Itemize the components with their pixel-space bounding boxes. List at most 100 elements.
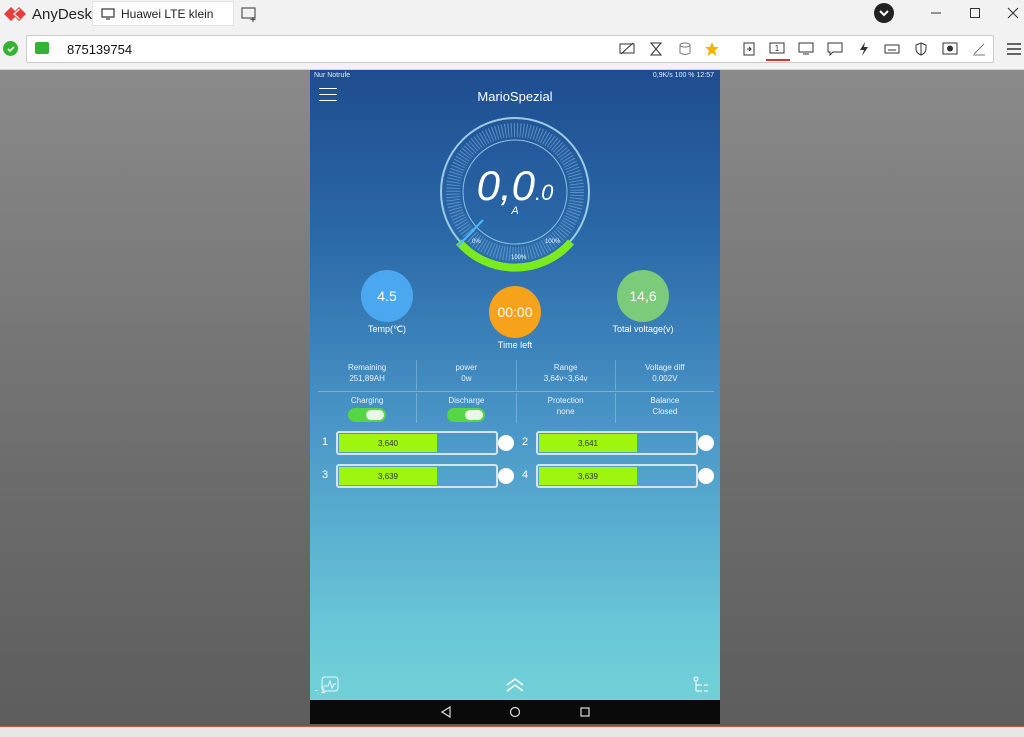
- cell-4-fill: 3,639: [539, 467, 637, 485]
- status-left: Nur Notrufe: [314, 72, 351, 79]
- recents-icon[interactable]: [577, 704, 593, 720]
- active-indicator: [766, 59, 790, 61]
- download-icon[interactable]: [871, 2, 897, 24]
- stat-value: 251,89AH: [349, 374, 385, 383]
- database-icon[interactable]: [676, 40, 694, 58]
- settings-list-icon[interactable]: [692, 676, 710, 694]
- cell-3-number: 3: [321, 469, 329, 481]
- cell-2-fill: 3,641: [539, 434, 637, 452]
- favorite-star-icon[interactable]: [703, 40, 721, 58]
- total-voltage-label: Total voltage(v): [612, 324, 674, 334]
- stat-label: Voltage diff: [645, 363, 685, 372]
- actions-lightning-icon[interactable]: [855, 40, 873, 58]
- gauge-mark-end: 100%: [545, 239, 561, 245]
- remote-phone-screen[interactable]: Nur Notrufe 0,9K/s 100 % 12:57 MarioSpez…: [310, 70, 720, 724]
- control-balance: Balance Closed: [614, 393, 714, 423]
- stat-voltage-diff: Voltage diff 0,002V: [614, 360, 714, 390]
- stat-value: 0w: [461, 374, 472, 383]
- chevron-up-icon[interactable]: [505, 677, 525, 693]
- file-transfer-icon[interactable]: [740, 40, 758, 58]
- stat-value: 0,002V: [652, 374, 678, 383]
- app-title: MarioSpezial: [477, 89, 553, 104]
- display-1-icon[interactable]: 1: [768, 40, 786, 58]
- phone-status-bar: Nur Notrufe 0,9K/s 100 % 12:57: [310, 70, 720, 82]
- stat-value: 3,64v~3,64v: [543, 374, 588, 383]
- time-left-value: 00:00: [497, 304, 533, 320]
- cell-2-bar: 3,641: [536, 431, 698, 455]
- new-session-icon[interactable]: [240, 5, 258, 23]
- title-bar: AnyDesk Huawei LTE klein: [0, 0, 1024, 28]
- stat-label: Remaining: [348, 363, 387, 372]
- maximize-button[interactable]: [962, 2, 988, 24]
- cell-4-voltage: 3,639: [577, 471, 599, 481]
- hourglass-icon[interactable]: [647, 40, 665, 58]
- control-charging: Charging: [318, 393, 416, 423]
- current-value-main: 0,0: [476, 162, 536, 209]
- android-nav-bar: [310, 700, 720, 724]
- time-left-circle: 00:00: [489, 286, 541, 338]
- charging-toggle[interactable]: [348, 408, 387, 422]
- control-protection: Protection none: [515, 393, 615, 423]
- remote-monitor-icon: [35, 42, 49, 54]
- cell-1-number: 1: [321, 436, 329, 448]
- keyboard-icon[interactable]: [883, 40, 901, 58]
- cell-4-balance-dot: [698, 468, 714, 484]
- cell-3-bar: 3,639: [336, 464, 498, 488]
- close-button[interactable]: [1000, 2, 1024, 24]
- time-left-label: Time left: [497, 340, 533, 350]
- menu-icon[interactable]: [1006, 41, 1022, 57]
- address-field[interactable]: 875139754: [26, 35, 994, 63]
- control-discharge: Discharge: [416, 393, 515, 423]
- current-unit: A: [511, 205, 519, 217]
- whiteboard-pen-icon[interactable]: [970, 40, 988, 58]
- cell-2-number: 2: [521, 436, 529, 448]
- back-icon[interactable]: [438, 704, 454, 720]
- cell-1-voltage: 3,640: [377, 438, 399, 448]
- tab-session[interactable]: Huawei LTE klein: [92, 1, 234, 26]
- privacy-icon[interactable]: [618, 40, 636, 58]
- stat-label: power: [455, 363, 478, 372]
- stat-range: Range 3,64v~3,64v: [515, 360, 615, 390]
- cell-3-voltage: 3,639: [377, 471, 399, 481]
- cell-2-voltage: 3,641: [577, 438, 599, 448]
- cell-1-balance-dot: [498, 435, 514, 451]
- address-text: 875139754: [67, 42, 133, 57]
- monitor-icon: [101, 7, 115, 20]
- tab-label: Huawei LTE klein: [121, 6, 214, 21]
- stat-remaining: Remaining 251,89AH: [318, 360, 416, 390]
- stat-label: Range: [553, 363, 578, 372]
- stat-power: power 0w: [416, 360, 515, 390]
- anydesk-brand: AnyDesk: [4, 4, 92, 24]
- divider: [318, 391, 714, 392]
- control-value: Closed: [652, 407, 678, 416]
- permissions-shield-icon[interactable]: [912, 40, 930, 58]
- current-value: 0,0.0: [438, 162, 592, 210]
- record-icon[interactable]: [941, 40, 959, 58]
- chat-icon[interactable]: [826, 40, 844, 58]
- discharge-toggle[interactable]: [447, 408, 486, 422]
- control-label: Protection: [547, 396, 584, 405]
- svg-text:1: 1: [775, 44, 780, 53]
- cell-1-bar: 3,640: [336, 431, 498, 455]
- bottom-left-label: - 1: [315, 685, 326, 695]
- total-voltage-value: 14,6: [629, 288, 657, 304]
- display-icon[interactable]: [797, 40, 815, 58]
- cell-4-number: 4: [521, 469, 529, 481]
- anydesk-logo-icon: [4, 7, 26, 21]
- control-value: none: [556, 407, 575, 416]
- gauge-mark-start: 0%: [472, 239, 481, 245]
- home-icon[interactable]: [507, 704, 523, 720]
- bottom-strip: [0, 726, 1024, 737]
- stats-grid: Remaining 251,89AH power 0w Range 3,64v~3,6…: [318, 360, 714, 423]
- gauge-mark-mid: 100%: [511, 255, 527, 261]
- control-label: Balance: [650, 396, 680, 405]
- cell-2-balance-dot: [698, 435, 714, 451]
- cell-4-bar: 3,639: [536, 464, 698, 488]
- cell-3-fill: 3,639: [339, 467, 437, 485]
- minimize-button[interactable]: [923, 2, 949, 24]
- status-right: 0,9K/s 100 % 12:57: [652, 72, 714, 79]
- cell-3-balance-dot: [498, 468, 514, 484]
- temp-value: 4.5: [377, 288, 397, 304]
- total-voltage-circle: 14,6: [617, 270, 669, 322]
- current-value-decimal: .0: [535, 180, 554, 205]
